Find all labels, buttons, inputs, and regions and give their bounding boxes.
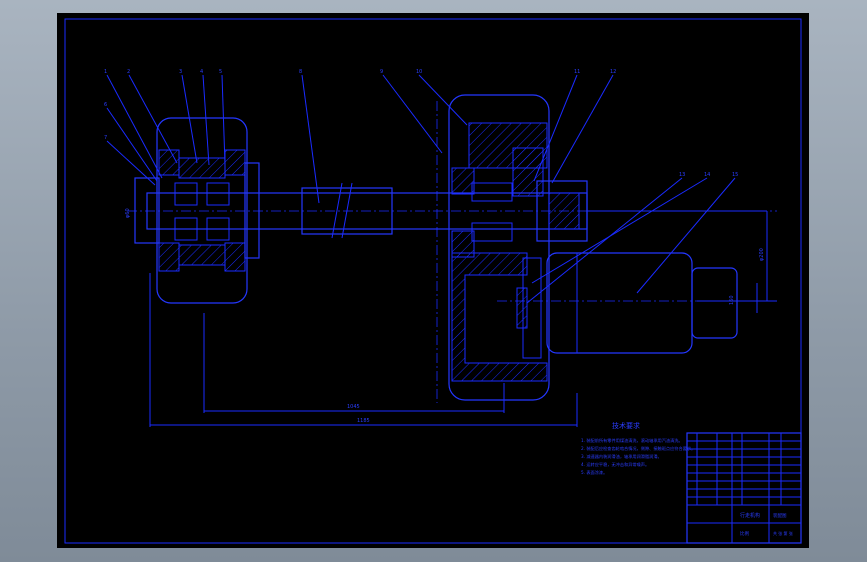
leader-lines [106, 74, 736, 304]
note-line: 4. 运转应平稳，无冲击和异常噪声。 [581, 461, 649, 468]
right-wheel [448, 94, 588, 401]
notes-title: 技术要求 [612, 421, 640, 430]
dim-shaft-dia: φ60 [125, 208, 131, 218]
title-block-drawing-no: 装配图 [773, 512, 787, 519]
balloon-label: 1 [104, 69, 107, 75]
balloon-label: 12 [610, 69, 616, 75]
balloon-label: 3 [179, 69, 182, 75]
balloon-label: 11 [574, 69, 580, 75]
title-block-sheet: 共 张 第 张 [773, 530, 793, 536]
assembly-drawing: 1045 1185 φ200 160 φ60 1 2 3 4 5 6 7 8 9… [64, 18, 802, 544]
balloon-label: 5 [219, 69, 222, 75]
balloon-label: 8 [299, 69, 302, 75]
title-block-title: 行走机构 [740, 512, 760, 519]
dim-motor-height: φ200 [759, 248, 765, 261]
dim-inner-span: 1045 [347, 404, 360, 410]
balloon-label: 9 [380, 69, 383, 75]
note-line: 2. 装配后应检查齿轮啮合情况，侧隙、接触斑点应符合要求。 [581, 445, 695, 452]
balloon-label: 2 [127, 69, 130, 75]
note-line: 1. 装配前所有零件用煤油清洗，滚动轴承用汽油清洗。 [581, 437, 683, 444]
dim-motor-offset: 160 [729, 295, 735, 305]
balloon-label: 13 [679, 172, 685, 178]
balloon-label: 4 [200, 69, 203, 75]
drawing-border [64, 18, 802, 544]
balloon-label: 6 [104, 102, 107, 108]
balloon-label: 10 [416, 69, 422, 75]
balloon-label: 15 [732, 172, 738, 178]
balloon-label: 14 [704, 172, 710, 178]
title-block [686, 432, 802, 544]
balloon-label: 7 [104, 135, 107, 141]
note-line: 5. 表面涂漆。 [581, 469, 607, 476]
drive-motor [546, 252, 738, 354]
left-wheel [134, 117, 260, 304]
title-block-scale: 比例 [740, 530, 749, 537]
drawing-sheet: 1045 1185 φ200 160 φ60 1 2 3 4 5 6 7 8 9… [57, 13, 809, 548]
dim-total-span: 1185 [357, 418, 370, 424]
note-line: 3. 减速器内装润滑油，轴承用润滑脂润滑。 [581, 453, 662, 460]
